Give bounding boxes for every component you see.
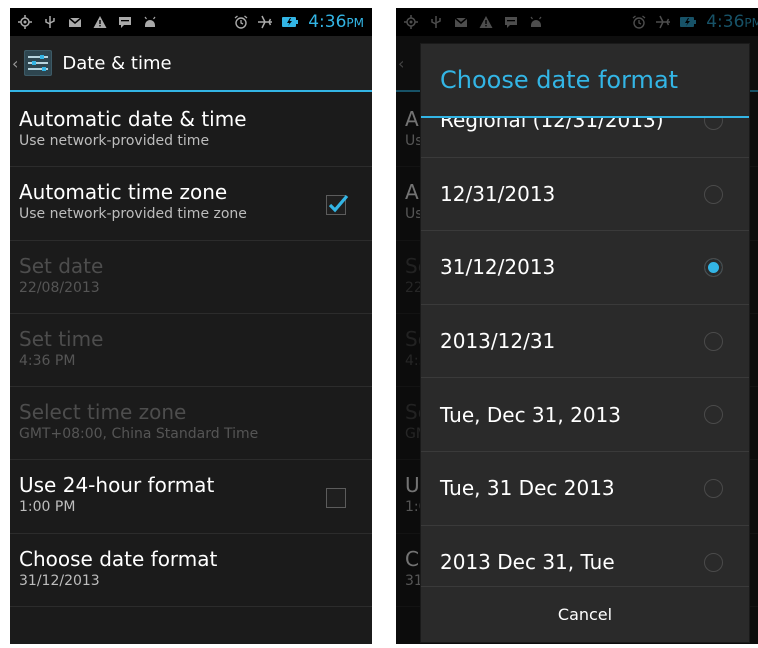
chat-icon — [119, 17, 131, 28]
option-label: 31/12/2013 — [440, 255, 556, 280]
option-label: 12/31/2013 — [440, 181, 556, 206]
page-title: Date & time — [62, 52, 172, 74]
setting-summary: Use network-provided time zone — [19, 206, 247, 223]
setting-title: Automatic time zone — [19, 180, 228, 205]
date-format-option[interactable]: Tue, 31 Dec 2013 — [421, 452, 749, 526]
setting-summary: 1:00 PM — [19, 499, 76, 516]
status-bar: 4:36PM — [10, 8, 372, 36]
option-radio[interactable] — [704, 552, 723, 572]
setting-automatic-time-zone[interactable]: Automatic time zone Use network-provided… — [10, 167, 372, 241]
android-icon — [144, 16, 156, 27]
setting-title: Automatic date & time — [19, 107, 247, 131]
setting-title: Choose date format — [19, 546, 218, 571]
cancel-button[interactable]: Cancel — [421, 586, 749, 642]
setting-title: Use 24-hour format — [19, 473, 215, 498]
option-label: Tue, Dec 31, 2013 — [440, 402, 621, 427]
setting-automatic-date-time[interactable]: Automatic date & time Use network-provid… — [10, 94, 372, 168]
date-format-option[interactable]: 2013/12/31 — [421, 305, 749, 379]
date-format-option[interactable]: 31/12/2013 — [421, 231, 749, 305]
setting-summary: Use network-provided time — [19, 133, 210, 149]
clock-time: 4:36 — [308, 12, 347, 32]
clock: 4:36PM — [308, 12, 364, 32]
setting-set-time: Set time 4:36 PM — [10, 314, 372, 388]
date-format-option[interactable]: Tue, Dec 31, 2013 — [421, 378, 749, 452]
option-label: 2013 Dec 31, Tue — [440, 549, 615, 574]
setting-select-time-zone: Select time zone GMT+08:00, China Standa… — [10, 387, 372, 461]
option-label: 2013/12/31 — [440, 329, 556, 354]
clock-ampm: PM — [346, 16, 364, 30]
option-radio[interactable] — [704, 331, 723, 351]
date-format-options[interactable]: Regional (12/31/2013) 12/31/2013 31/12/2… — [421, 84, 749, 600]
setting-title: Select time zone — [19, 400, 187, 425]
option-radio[interactable] — [704, 184, 723, 204]
settings-app-icon[interactable] — [22, 47, 54, 79]
gps-icon — [18, 15, 32, 29]
gmail-icon — [68, 17, 82, 27]
setting-summary: GMT+08:00, China Standard Time — [19, 426, 259, 443]
action-bar[interactable]: ‹ Date & time — [10, 36, 372, 92]
date-format-option[interactable]: 12/31/2013 — [421, 158, 749, 232]
setting-set-date: Set date 22/08/2013 — [10, 241, 372, 314]
setting-choose-date-format[interactable]: Choose date format 31/12/2013 — [10, 534, 372, 608]
date-format-dialog-screen: 4:36PM ‹ Automatic date & time Use netwo… — [396, 8, 758, 644]
option-radio[interactable] — [704, 478, 723, 498]
choose-date-format-dialog: Regional (12/31/2013) 12/31/2013 31/12/2… — [420, 43, 750, 643]
setting-summary: 4:36 PM — [19, 352, 76, 369]
setting-title: Set date — [19, 253, 104, 278]
airplane-mode-icon — [258, 15, 273, 29]
dialog-title: Choose date format — [421, 44, 749, 118]
option-label: Tue, 31 Dec 2013 — [440, 476, 615, 501]
settings-list: Automatic date & time Use network-provid… — [10, 94, 372, 608]
settings-screen: 4:36PM ‹ Date & time Automatic date & ti… — [10, 8, 372, 644]
battery-charging-icon — [282, 17, 299, 27]
warning-icon — [93, 16, 107, 28]
setting-title: Set time — [19, 326, 104, 351]
use-24-hour-format-checkbox[interactable] — [326, 488, 346, 509]
checkmark-icon — [328, 195, 349, 213]
up-caret-icon[interactable]: ‹ — [12, 54, 18, 73]
alarm-icon — [234, 15, 248, 29]
option-radio-selected[interactable] — [704, 258, 723, 278]
setting-summary: 22/08/2013 — [19, 279, 100, 296]
automatic-time-zone-checkbox[interactable] — [326, 195, 349, 216]
setting-use-24-hour-format[interactable]: Use 24-hour format 1:00 PM — [10, 460, 372, 534]
option-radio[interactable] — [704, 405, 723, 425]
setting-summary: 31/12/2013 — [19, 572, 100, 589]
usb-icon — [45, 16, 55, 28]
